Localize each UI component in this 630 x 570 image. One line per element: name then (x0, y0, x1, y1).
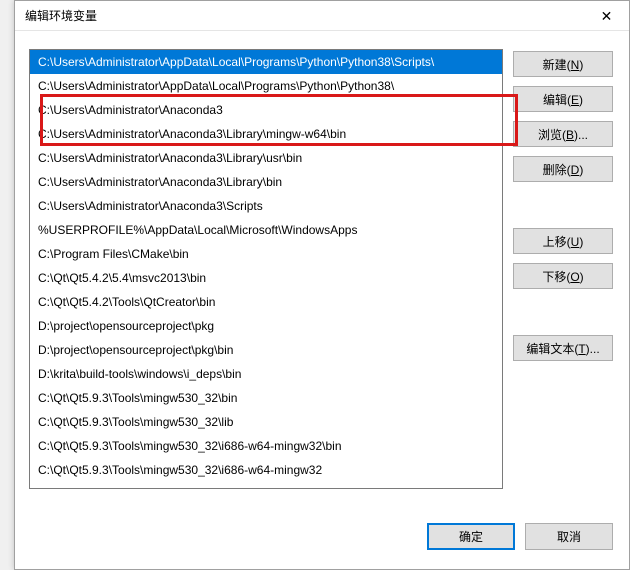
list-item[interactable]: C:\Users\Administrator\Anaconda3\Library… (30, 122, 502, 146)
button-column: 新建(N) 编辑(E) 浏览(B)... 删除(D) 上移(U) 下移(O) 编… (513, 49, 613, 507)
edit-text-button[interactable]: 编辑文本(T)... (513, 335, 613, 361)
titlebar: 编辑环境变量 ✕ (15, 1, 629, 31)
list-item[interactable]: %USERPROFILE%\AppData\Local\Microsoft\Wi… (30, 218, 502, 242)
move-up-button[interactable]: 上移(U) (513, 228, 613, 254)
list-item[interactable]: C:\Users\Administrator\Anaconda3\Scripts (30, 194, 502, 218)
list-item[interactable]: C:\Qt\Qt5.4.2\5.4\msvc2013\bin (30, 266, 502, 290)
list-item[interactable]: C:\Users\Administrator\AppData\Local\Pro… (30, 50, 502, 74)
move-down-button[interactable]: 下移(O) (513, 263, 613, 289)
dialog-footer: 确定 取消 (15, 517, 629, 569)
dialog-title: 编辑环境变量 (25, 7, 584, 24)
list-item[interactable]: C:\Users\Administrator\Anaconda3\Library… (30, 170, 502, 194)
ok-button[interactable]: 确定 (427, 523, 515, 550)
list-item[interactable]: C:\Program Files\CMake\bin (30, 242, 502, 266)
delete-button[interactable]: 删除(D) (513, 156, 613, 182)
list-item[interactable]: C:\Qt\Qt5.9.3\Tools\mingw530_32\lib (30, 410, 502, 434)
browse-button[interactable]: 浏览(B)... (513, 121, 613, 147)
edit-env-var-dialog: 编辑环境变量 ✕ C:\Users\Administrator\AppData\… (14, 0, 630, 570)
close-icon[interactable]: ✕ (584, 1, 629, 31)
cancel-button[interactable]: 取消 (525, 523, 613, 550)
list-item[interactable]: C:\Users\Administrator\AppData\Local\Pro… (30, 74, 502, 98)
list-item[interactable]: C:\Qt\Qt5.9.3\Tools\mingw530_32\bin (30, 386, 502, 410)
dialog-content: C:\Users\Administrator\AppData\Local\Pro… (15, 31, 629, 517)
left-pane: C:\Users\Administrator\AppData\Local\Pro… (29, 49, 503, 507)
path-listbox[interactable]: C:\Users\Administrator\AppData\Local\Pro… (29, 49, 503, 489)
list-item[interactable]: D:\project\opensourceproject\zlib_bin (30, 482, 502, 489)
list-item[interactable]: D:\project\opensourceproject\pkg\bin (30, 338, 502, 362)
list-item[interactable]: D:\project\opensourceproject\pkg (30, 314, 502, 338)
edit-button[interactable]: 编辑(E) (513, 86, 613, 112)
list-item[interactable]: C:\Qt\Qt5.9.3\Tools\mingw530_32\i686-w64… (30, 434, 502, 458)
new-button[interactable]: 新建(N) (513, 51, 613, 77)
list-item[interactable]: C:\Users\Administrator\Anaconda3\Library… (30, 146, 502, 170)
list-item[interactable]: C:\Users\Administrator\Anaconda3 (30, 98, 502, 122)
list-item[interactable]: D:\krita\build-tools\windows\i_deps\bin (30, 362, 502, 386)
list-item[interactable]: C:\Qt\Qt5.4.2\Tools\QtCreator\bin (30, 290, 502, 314)
list-item[interactable]: C:\Qt\Qt5.9.3\Tools\mingw530_32\i686-w64… (30, 458, 502, 482)
